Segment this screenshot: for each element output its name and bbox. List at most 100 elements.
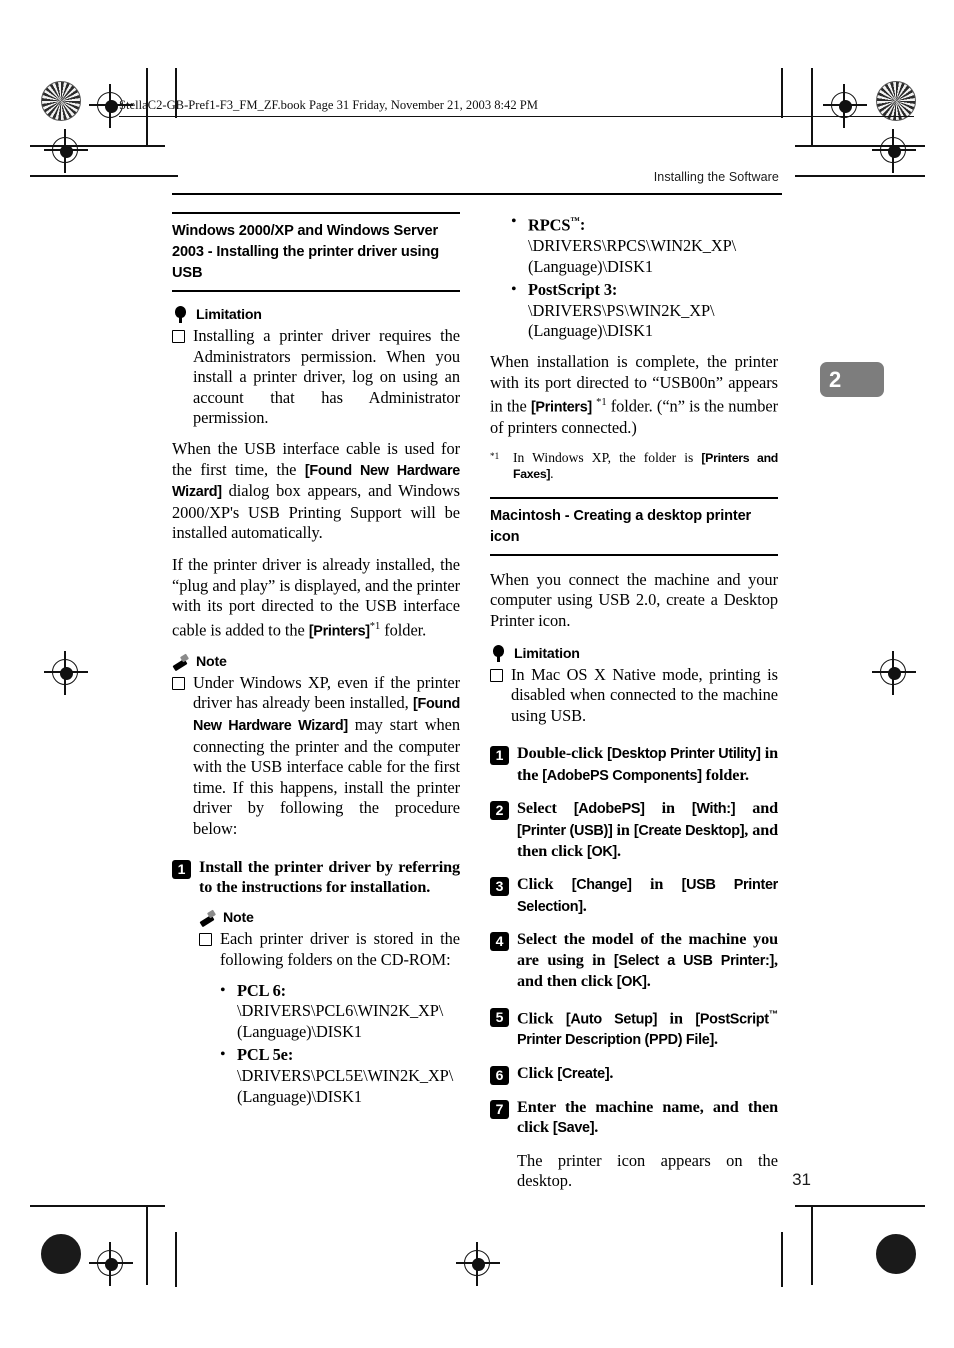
driver-path-item: • PCL 6: \DRIVERS\PCL6\WIN2K_XP\(Languag… <box>220 981 460 1043</box>
step-number-badge: 2 <box>490 801 509 821</box>
note-item-xp: Under Windows XP, even if the printer dr… <box>172 673 460 840</box>
step-text-run: Click <box>517 875 572 894</box>
reg-target-top-right <box>823 84 867 128</box>
step-text-run: . <box>646 972 651 991</box>
section-heading-macintosh: Macintosh - Creating a desktop printer i… <box>490 496 778 556</box>
star-target-bottom-right <box>876 1234 916 1274</box>
driver-path: \DRIVERS\RPCS\WIN2K_XP\(Language)\DISK1 <box>528 236 737 276</box>
ui-element-label: [Save] <box>552 1120 595 1137</box>
step-text-run: folder. <box>701 765 749 784</box>
step-text-run: . <box>609 1063 614 1082</box>
step-number-badge: 5 <box>490 1007 509 1027</box>
note-item-folders: Each printer driver is stored in the fol… <box>199 929 460 970</box>
driver-name: RPCS <box>528 215 571 235</box>
square-bullet-icon <box>172 330 185 343</box>
reg-target-bottom-left <box>44 651 88 695</box>
ui-element-label: [AdobePS] <box>573 801 645 818</box>
step-number-badge: 1 <box>490 746 509 766</box>
driver-path-item: • PostScript 3: \DRIVERS\PS\WIN2K_XP\(La… <box>511 280 778 342</box>
disc-bullet-icon: • <box>511 281 517 299</box>
driver-path-item: • PCL 5e: \DRIVERS\PCL5E\WIN2K_XP\(Langu… <box>220 1045 460 1107</box>
mac-step: 6 Click [Create]. <box>490 1063 778 1085</box>
footnote-printers-and-faxes: *1 In Windows XP, the folder is [Printer… <box>490 450 778 483</box>
driver-name: PCL 5e: <box>237 1045 294 1065</box>
ui-element-label: [OK] <box>586 844 617 861</box>
driver-path: \DRIVERS\PCL6\WIN2K_XP\(Language)\DISK1 <box>237 1001 444 1041</box>
page-number: 31 <box>792 1170 811 1189</box>
file-header: StellaC2-GB-Pref1-F3_FM_ZF.book Page 31 … <box>119 98 538 112</box>
mac-step: 5 Click [Auto Setup] in [PostScript™ Prin… <box>490 1005 778 1051</box>
step-text-run: . <box>616 842 621 861</box>
note-label: Note <box>223 910 254 927</box>
reg-target-right <box>872 129 916 173</box>
driver-path-list-right: • RPCS™: \DRIVERS\RPCS\WIN2K_XP\(Languag… <box>511 212 778 342</box>
ui-element-label: [OK] <box>616 974 647 991</box>
mac-steps-list: 1 Double-click [Desktop Printer Utility] … <box>490 743 778 1138</box>
star-target-bottom-left <box>41 1234 81 1274</box>
disc-bullet-icon: • <box>220 1046 226 1064</box>
mac-step: 2 Select [AdobePS] in [With:] and [Printe… <box>490 798 778 862</box>
reg-target-bottom-right <box>872 651 916 695</box>
square-bullet-icon <box>490 668 503 682</box>
para-already-installed: If the printer driver is already install… <box>172 554 460 640</box>
left-column: Windows 2000/XP and Windows Server 2003 … <box>172 212 460 1110</box>
ui-element-label: [Change] <box>571 877 632 894</box>
ui-element-label: [Create] <box>557 1065 610 1082</box>
step-text-run: in <box>612 820 634 839</box>
driver-path-list-left: • PCL 6: \DRIVERS\PCL6\WIN2K_XP\(Languag… <box>220 981 460 1108</box>
step-text: Click [Create]. <box>517 1063 778 1085</box>
step-number-badge: 7 <box>490 1099 509 1119</box>
ui-element-label: [Select a USB Printer:] <box>613 952 775 969</box>
square-bullet-icon <box>199 933 212 947</box>
limitation-balloon-icon <box>490 644 507 662</box>
ui-element-label: [Auto Setup] <box>565 1010 658 1027</box>
ui-printers: [Printers] <box>530 399 592 416</box>
step-text: Double-click [Desktop Printer Utility] i… <box>517 743 778 786</box>
limitation-header-mac: Limitation <box>490 644 778 662</box>
step-number-badge: 1 <box>172 859 191 879</box>
limitation-item-mac: In Mac OS X Native mode, printing is dis… <box>490 665 778 727</box>
file-header-rule <box>119 116 914 118</box>
step-text: Click [Auto Setup] in [PostScript™ Print… <box>517 1005 778 1051</box>
footnote-marker: *1 <box>596 397 607 409</box>
ui-element-label: [Desktop Printer Utility] <box>607 746 761 763</box>
reg-target-bottom-center <box>456 1242 500 1286</box>
step-number-badge: 4 <box>490 932 509 952</box>
trademark-icon: ™ <box>570 217 580 227</box>
disc-bullet-icon: • <box>511 213 517 230</box>
note-header-2: Note <box>199 909 460 926</box>
driver-path-item: • RPCS™: \DRIVERS\RPCS\WIN2K_XP\(Languag… <box>511 213 737 276</box>
star-target-top-left <box>41 81 81 121</box>
step-text-run: . <box>594 1118 599 1137</box>
limitation-item: Installing a printer driver requires the… <box>172 326 460 429</box>
ui-element-label: [PostScript <box>695 1010 769 1027</box>
step-text-run: Double-click <box>517 744 608 763</box>
step-text-run: and <box>735 799 778 818</box>
mac-step: 7 Enter the machine name, and then click … <box>490 1097 778 1139</box>
step-text: Enter the machine name, and then click [… <box>517 1097 778 1139</box>
right-column: • RPCS™: \DRIVERS\RPCS\WIN2K_XP\(Languag… <box>490 212 778 1204</box>
disc-bullet-icon: • <box>220 981 226 999</box>
note-item-xp-text: Under Windows XP, even if the printer dr… <box>193 672 460 838</box>
step-text-run: Click <box>517 1063 558 1082</box>
note-header: Note <box>172 653 460 670</box>
step-number-badge: 3 <box>490 877 509 897</box>
section-heading-windows: Windows 2000/XP and Windows Server 2003 … <box>172 212 460 292</box>
step-text: Install the printer driver by referring … <box>199 857 460 896</box>
note-item-folders-text: Each printer driver is stored in the fol… <box>220 929 460 969</box>
square-bullet-icon <box>172 676 185 690</box>
mac-step: 3 Click [Change] in [USB Printer Selectio… <box>490 874 778 917</box>
star-target-top-right <box>876 81 916 121</box>
step-text-run: . <box>714 1030 718 1049</box>
step-text-run: Select <box>517 799 574 818</box>
step-text: Select [AdobePS] in [With:] and [Printer… <box>517 798 778 862</box>
limitation-header: Limitation <box>172 306 460 323</box>
limitation-label: Limitation <box>196 307 262 323</box>
step-number-badge: 6 <box>490 1065 509 1085</box>
footnote-mark: *1 <box>490 450 500 461</box>
para-mac-intro: When you connect the machine and your co… <box>490 569 778 631</box>
step-text-run: in <box>657 1008 696 1027</box>
step-install-driver: 1 Install the printer driver by referrin… <box>172 857 460 898</box>
note-label: Note <box>196 653 227 670</box>
ui-printers: [Printers] <box>308 623 370 640</box>
